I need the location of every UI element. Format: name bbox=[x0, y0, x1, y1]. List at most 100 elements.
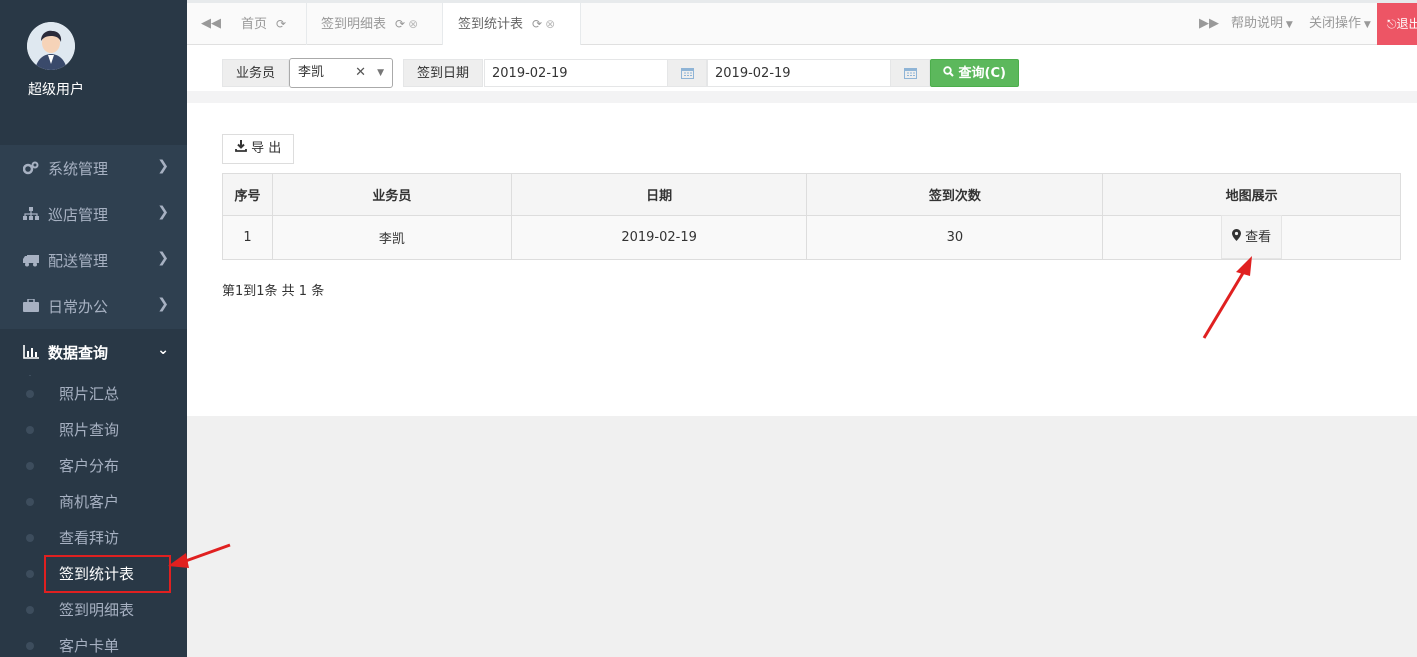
salesman-value: 李凯 bbox=[298, 65, 325, 80]
bullet bbox=[26, 462, 34, 470]
chevron-right-icon: ❯ bbox=[157, 250, 169, 266]
highlight-box bbox=[44, 555, 171, 593]
bar-chart-icon bbox=[22, 345, 40, 359]
tab-label: 首页 bbox=[241, 17, 268, 32]
table-row[interactable]: 1 李凯 2019-02-19 30 查看 bbox=[222, 215, 1401, 260]
menu-label: 日常办公 bbox=[48, 297, 109, 316]
username: 超级用户 bbox=[28, 82, 84, 98]
bullet bbox=[26, 534, 34, 542]
download-icon bbox=[235, 140, 251, 156]
divider bbox=[187, 91, 1417, 103]
submenu-label: 签到明细表 bbox=[59, 601, 135, 619]
tab-checkin-stats[interactable]: 签到统计表 ⟳ ⊗ bbox=[443, 3, 581, 45]
scroll-left-button[interactable]: ◀◀ bbox=[201, 3, 221, 45]
calendar-icon[interactable] bbox=[667, 59, 707, 87]
refresh-icon[interactable]: ⟳ bbox=[276, 17, 286, 31]
column-header[interactable]: 地图展示 bbox=[1102, 173, 1401, 216]
salesman-select[interactable]: 李凯 ✕ ▼ bbox=[289, 58, 393, 88]
sign-out-icon: ⎋ bbox=[1387, 17, 1397, 31]
date-to-input[interactable]: 2019-02-19 bbox=[707, 59, 891, 87]
bullet bbox=[26, 606, 34, 614]
submenu-checkin-details[interactable]: 签到明细表 bbox=[0, 592, 187, 628]
menu-label: 巡店管理 bbox=[48, 205, 109, 224]
pagination-info: 第1到1条 共 1 条 bbox=[222, 284, 325, 299]
logout-label: 退出 bbox=[1396, 17, 1417, 31]
caret-down-icon: ▼ bbox=[1283, 20, 1293, 30]
close-icon[interactable]: ⊗ bbox=[408, 17, 418, 31]
submenu-label: 照片查询 bbox=[59, 421, 120, 439]
scroll-right-button[interactable]: ▶▶ bbox=[1199, 3, 1219, 45]
checkin-stats-table: 序号 业务员 日期 签到次数 地图展示 1 李凯 2019-02-19 30 查… bbox=[222, 173, 1401, 260]
export-button[interactable]: 导 出 bbox=[222, 134, 295, 164]
help-label: 帮助说明 bbox=[1231, 16, 1284, 31]
refresh-icon[interactable]: ⟳ bbox=[532, 17, 542, 31]
sitemap-icon bbox=[22, 207, 40, 221]
bullet bbox=[26, 390, 34, 398]
tab-bar: ◀◀ 首页 ⟳ 签到明细表 ⟳ ⊗ 签到统计表 ⟳ ⊗ ▶▶ 帮助说明 ▼ 关闭操作 ▼ … bbox=[187, 0, 1417, 45]
double-left-arrow-icon: ◀◀ bbox=[201, 16, 221, 31]
clear-icon[interactable]: ✕ bbox=[355, 59, 366, 87]
cell-date: 2019-02-19 bbox=[510, 215, 808, 260]
query-label: 查询(C) bbox=[958, 66, 1006, 81]
bullet bbox=[26, 498, 34, 506]
menu-daily-office[interactable]: 日常办公 ❯ bbox=[0, 283, 187, 329]
refresh-icon[interactable]: ⟳ bbox=[395, 17, 405, 31]
chevron-right-icon: ❯ bbox=[157, 204, 169, 220]
search-bar: 业务员 李凯 ✕ ▼ 签到日期 2019-02-19 2019-02-19 查询… bbox=[187, 45, 1417, 91]
gears-icon bbox=[22, 161, 40, 175]
close-ops-dropdown[interactable]: 关闭操作 ▼ bbox=[1309, 3, 1371, 45]
tab-label: 签到统计表 bbox=[458, 17, 524, 32]
tab-label: 签到明细表 bbox=[321, 17, 387, 32]
submenu-label: 客户分布 bbox=[59, 457, 120, 475]
submenu-customer-card[interactable]: 客户卡单 bbox=[0, 628, 187, 657]
cell-index: 1 bbox=[222, 215, 273, 260]
salesman-label: 业务员 bbox=[222, 59, 290, 87]
menu-store-patrol[interactable]: 巡店管理 ❯ bbox=[0, 191, 187, 237]
chevron-down-icon: ⌄ bbox=[157, 342, 169, 358]
bullet bbox=[26, 426, 34, 434]
close-ops-label: 关闭操作 bbox=[1309, 16, 1362, 31]
column-header[interactable]: 序号 bbox=[222, 173, 273, 216]
help-dropdown[interactable]: 帮助说明 ▼ bbox=[1231, 3, 1293, 45]
cell-count: 30 bbox=[806, 215, 1104, 260]
bullet bbox=[26, 642, 34, 650]
double-right-arrow-icon: ▶▶ bbox=[1199, 16, 1219, 31]
view-map-button[interactable]: 查看 bbox=[1221, 215, 1283, 259]
submenu-label: 照片汇总 bbox=[59, 385, 120, 403]
date-from-input[interactable]: 2019-02-19 bbox=[484, 59, 668, 87]
briefcase-icon bbox=[22, 299, 40, 313]
menu-data-query[interactable]: 数据查询 ⌄ bbox=[0, 329, 187, 375]
user-profile: 超级用户 bbox=[0, 0, 187, 145]
caret-down-icon: ▼ bbox=[377, 68, 384, 78]
table-header-row: 序号 业务员 日期 签到次数 地图展示 bbox=[222, 173, 1401, 216]
column-header[interactable]: 日期 bbox=[510, 173, 808, 216]
column-header[interactable]: 业务员 bbox=[271, 173, 512, 216]
menu-label: 配送管理 bbox=[48, 251, 109, 270]
menu-label: 系统管理 bbox=[48, 159, 109, 178]
truck-icon bbox=[22, 253, 40, 267]
submenu-photo-summary[interactable]: 照片汇总 bbox=[0, 376, 187, 412]
column-header[interactable]: 签到次数 bbox=[806, 173, 1104, 216]
submenu-photo-query[interactable]: 照片查询 bbox=[0, 412, 187, 448]
close-icon[interactable]: ⊗ bbox=[545, 17, 555, 31]
date-label: 签到日期 bbox=[403, 59, 484, 87]
menu-system-management[interactable]: 系统管理 ❯ bbox=[0, 145, 187, 191]
tab-home[interactable]: 首页 ⟳ bbox=[227, 3, 307, 45]
submenu-customer-distribution[interactable]: 客户分布 bbox=[0, 448, 187, 484]
logout-button[interactable]: ⎋退出 bbox=[1377, 3, 1417, 45]
menu-delivery[interactable]: 配送管理 ❯ bbox=[0, 237, 187, 283]
map-marker-icon bbox=[1232, 229, 1245, 245]
cell-map: 查看 bbox=[1102, 215, 1401, 260]
avatar[interactable] bbox=[27, 22, 75, 70]
tab-checkin-details[interactable]: 签到明细表 ⟳ ⊗ bbox=[307, 3, 443, 45]
cell-salesman: 李凯 bbox=[271, 215, 512, 260]
view-label: 查看 bbox=[1245, 230, 1272, 245]
calendar-icon[interactable] bbox=[890, 59, 930, 87]
search-icon bbox=[943, 66, 959, 81]
submenu-view-visits[interactable]: 查看拜访 bbox=[0, 520, 187, 556]
chevron-right-icon: ❯ bbox=[157, 158, 169, 174]
submenu-label: 查看拜访 bbox=[59, 529, 120, 547]
submenu-label: 商机客户 bbox=[59, 493, 120, 511]
query-button[interactable]: 查询(C) bbox=[930, 59, 1019, 87]
submenu-opportunity-customers[interactable]: 商机客户 bbox=[0, 484, 187, 520]
